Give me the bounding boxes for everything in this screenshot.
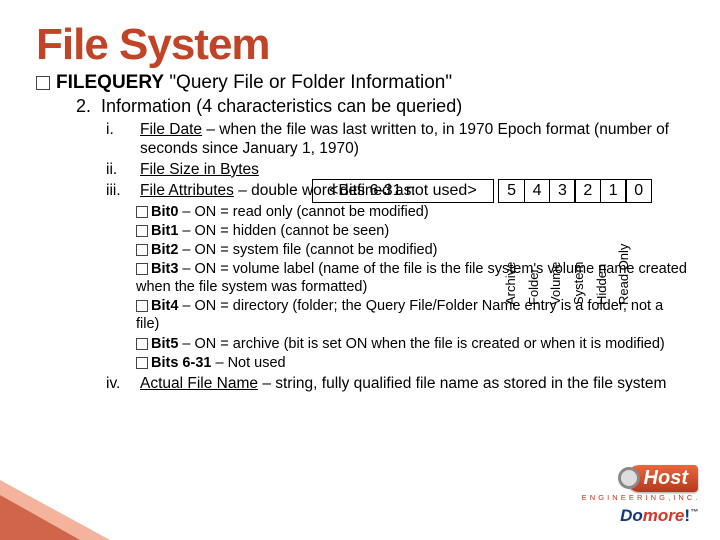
filequery-line: FILEQUERY "Query File or Folder Informat… xyxy=(36,72,690,94)
bit-label-system: System xyxy=(571,262,586,305)
bits631-label: Bits 6-31 xyxy=(151,355,211,371)
item-iii-label: File Attributes xyxy=(140,182,234,199)
bullet-box xyxy=(36,76,50,90)
bit1-label: Bit1 xyxy=(151,223,178,239)
filequery-name: FILEQUERY xyxy=(56,72,164,93)
bit-row-5: Bit5 – ON = archive (bit is set ON when … xyxy=(136,335,690,353)
bit0-text: – ON = read only (cannot be modified) xyxy=(178,204,428,220)
logo-eng: E N G I N E E R I N G , I N C . xyxy=(582,493,698,502)
page-title: File System xyxy=(36,20,690,70)
bit-label-archive: Archive xyxy=(503,262,518,305)
item-i-label: File Date xyxy=(140,121,202,138)
logo-block: Host E N G I N E E R I N G , I N C . Dom… xyxy=(582,465,698,526)
bits631-text: – Not used xyxy=(211,355,285,371)
bullet-box-icon xyxy=(136,225,148,237)
item-i: i. File Date – when the file was last wr… xyxy=(106,121,690,159)
bit1-text: – ON = hidden (cannot be seen) xyxy=(178,223,389,239)
logo-more: more xyxy=(643,506,685,525)
bit5-label: Bit5 xyxy=(151,336,178,352)
info-line: 2. Information (4 characteristics can be… xyxy=(76,96,690,117)
bit-label-volume: Volume xyxy=(548,262,563,305)
bit5-text: – ON = archive (bit is set ON when the f… xyxy=(178,336,664,352)
roman-ii: ii. xyxy=(106,161,140,180)
bullet-box-icon xyxy=(136,206,148,218)
info-text: Information (4 characteristics can be qu… xyxy=(101,96,462,116)
bit4-label: Bit4 xyxy=(151,298,178,314)
item-i-rest: – when the file was last written to, in … xyxy=(140,121,669,157)
items-list-2: iv. Actual File Name – string, fully qua… xyxy=(106,375,690,394)
item-ii-label: File Size in Bytes xyxy=(140,161,259,178)
bits-labels: Archive Folder Volume System Hidden Read… xyxy=(497,185,633,305)
bullet-box-icon xyxy=(136,263,148,275)
bit-label-folder: Folder xyxy=(526,268,541,305)
item-iv: iv. Actual File Name – string, fully qua… xyxy=(106,375,690,394)
bit3-label: Bit3 xyxy=(151,261,178,277)
bit2-text: – ON = system file (cannot be modified) xyxy=(178,242,437,258)
bullet-box-icon xyxy=(136,357,148,369)
bit2-label: Bit2 xyxy=(151,242,178,258)
logo-host: Host xyxy=(626,465,698,492)
bullet-box-icon xyxy=(136,300,148,312)
logo-do: Do xyxy=(620,506,643,525)
bit-label-readonly: Read Only xyxy=(616,244,631,305)
bullet-box-icon xyxy=(136,244,148,256)
roman-iv: iv. xyxy=(106,375,140,394)
item-iv-rest: – string, fully qualified file name as s… xyxy=(258,375,666,392)
item-ii: ii. File Size in Bytes xyxy=(106,161,690,180)
filequery-desc: "Query File or Folder Information" xyxy=(169,72,452,93)
roman-iii: iii. xyxy=(106,182,140,201)
accent-triangle-2 xyxy=(0,495,80,540)
bit-label-hidden: Hidden xyxy=(594,264,609,305)
roman-i: i. xyxy=(106,121,140,159)
bit0-label: Bit0 xyxy=(151,204,178,220)
bit-row-6: Bits 6-31 – Not used xyxy=(136,354,690,372)
bits-notused: <Bits 6-31 not used> xyxy=(312,179,494,203)
logo-tm: ™ xyxy=(690,507,698,516)
logo-domore: Domore!™ xyxy=(582,506,698,526)
item-iv-label: Actual File Name xyxy=(140,375,258,392)
bullet-box-icon xyxy=(136,338,148,350)
info-num: 2. xyxy=(76,96,91,116)
